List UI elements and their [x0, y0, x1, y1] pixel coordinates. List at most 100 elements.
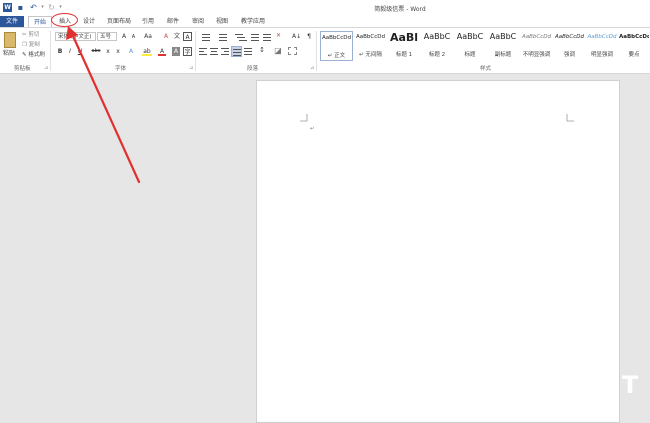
style-name: 不明显强调	[522, 52, 551, 58]
style-normal[interactable]: AaBbCcDd ↵ 正文	[320, 31, 353, 61]
style-preview: AaBbCcDd	[356, 34, 385, 40]
tab-mailings[interactable]: 邮件	[164, 16, 182, 27]
grow-font-button[interactable]: A	[120, 32, 128, 41]
style-name: 要点	[628, 52, 640, 58]
redo-icon[interactable]: ↻	[47, 3, 56, 12]
font-color-button[interactable]: A	[158, 47, 166, 56]
cut-button[interactable]: ✂ 剪切	[22, 30, 39, 38]
tab-home[interactable]: 开始	[28, 16, 52, 27]
numbering-button[interactable]	[216, 33, 230, 41]
multilevel-list-button[interactable]	[233, 33, 247, 41]
styles-group-label: 样式	[480, 66, 492, 72]
ribbon-home: 粘贴 ✂ 剪切 ❐ 复制 ✎ 格式刷 剪贴板 ⊿ 宋体 (中文正) 五号 A A…	[0, 27, 650, 74]
styles-gallery: AaBbCcDd ↵ 正文 AaBbCcDd ↵ 无间隔 AaBl 标题 1 A…	[320, 31, 650, 61]
undo-icon[interactable]: ↶	[29, 3, 38, 12]
style-subtitle[interactable]: AaBbC 副标题	[487, 31, 519, 61]
clipboard-launcher-icon[interactable]: ⊿	[44, 65, 48, 71]
cut-label: 剪切	[28, 32, 40, 38]
show-marks-button[interactable]: ¶	[305, 32, 313, 41]
change-case-button[interactable]: Aa	[142, 32, 154, 41]
clipboard-group-label: 剪贴板	[14, 66, 31, 72]
format-painter-button[interactable]: ✎ 格式刷	[22, 50, 45, 58]
tab-review[interactable]: 审阅	[189, 16, 207, 27]
char-border-button[interactable]: 字	[183, 47, 192, 56]
tab-design[interactable]: 设计	[79, 16, 99, 27]
font-size-select[interactable]: 五号	[97, 32, 117, 41]
word-window: W ▪ ↶ ▾ ↻ ▾ 简毅级信票 - Word 文件 开始 插入 设计 页面布…	[0, 0, 650, 423]
group-divider	[195, 31, 196, 71]
style-name: 强调	[563, 52, 575, 58]
subscript-button[interactable]: x	[104, 47, 112, 56]
style-intense-emphasis[interactable]: AaBbCcDd 明显强调	[586, 31, 618, 61]
char-shading-button[interactable]: A	[172, 47, 180, 56]
enclose-char-button[interactable]: A	[183, 32, 192, 41]
top-right-margin-mark	[566, 114, 574, 122]
italic-button[interactable]: I	[66, 47, 74, 56]
sort-button[interactable]: A↓	[292, 32, 301, 41]
underline-button[interactable]: U	[76, 47, 84, 56]
justify-button[interactable]	[231, 46, 242, 57]
decrease-indent-button[interactable]	[250, 33, 260, 41]
insert-tab-highlight-circle	[51, 13, 78, 27]
phonetic-guide-button[interactable]: 文	[173, 32, 181, 41]
customize-toolbar-icon[interactable]: ▾	[56, 3, 65, 12]
paragraph-group-label: 段落	[247, 66, 259, 72]
highlight-color-button[interactable]: ab	[142, 47, 152, 56]
format-painter-label: 格式刷	[28, 52, 45, 58]
style-no-spacing[interactable]: AaBbCcDd ↵ 无间隔	[354, 31, 387, 61]
tab-teaching[interactable]: 教学应用	[238, 16, 268, 27]
tab-references[interactable]: 引用	[139, 16, 157, 27]
style-name: ↵ 无间隔	[359, 52, 382, 58]
style-preview: AaBbC	[423, 32, 451, 41]
word-logo-icon: W	[3, 3, 12, 12]
tab-page-layout[interactable]: 页面布局	[106, 16, 132, 27]
style-preview: AaBbC	[456, 32, 484, 41]
undo-dropdown-icon[interactable]: ▾	[38, 3, 47, 12]
group-divider	[50, 31, 51, 71]
line-spacing-button[interactable]: ↕	[256, 46, 268, 56]
style-heading-2[interactable]: AaBbC 标题 2	[421, 31, 453, 61]
text-effects-button[interactable]: A	[126, 47, 136, 56]
top-left-margin-mark	[300, 114, 308, 122]
window-title: 简毅级信票 - Word	[374, 6, 426, 13]
style-strong[interactable]: AaBbCcDd 要点	[619, 31, 649, 61]
clear-format-button[interactable]: A	[162, 32, 170, 41]
distributed-button[interactable]	[244, 47, 254, 56]
save-icon[interactable]: ▪	[16, 3, 25, 12]
superscript-button[interactable]: x	[114, 47, 122, 56]
font-group-label: 字体	[115, 66, 127, 72]
bold-button[interactable]: B	[56, 47, 64, 56]
increase-indent-button[interactable]	[262, 33, 272, 41]
ribbon-tabs: 文件 开始 插入 设计 页面布局 引用 邮件 审阅 视图 教学应用	[0, 15, 650, 27]
copy-label: 复制	[28, 42, 40, 48]
style-name: 副标题	[494, 52, 512, 58]
style-heading-1[interactable]: AaBl 标题 1	[388, 31, 420, 61]
chinese-layout-button[interactable]: ✕	[276, 32, 286, 41]
strikethrough-button[interactable]: abc	[90, 47, 102, 56]
align-left-button[interactable]	[199, 47, 209, 56]
shading-button[interactable]: ◪	[272, 46, 284, 56]
paste-icon[interactable]	[4, 32, 16, 48]
align-center-button[interactable]	[210, 47, 220, 56]
tab-file[interactable]: 文件	[0, 16, 24, 27]
paragraph-launcher-icon[interactable]: ⊿	[310, 65, 314, 71]
style-subtle-emphasis[interactable]: AaBbCcDd 不明显强调	[520, 31, 553, 61]
align-right-button[interactable]	[221, 47, 231, 56]
style-preview: AaBbCcDd	[522, 34, 551, 40]
style-preview: AaBbCcDd	[322, 35, 351, 41]
borders-button[interactable]	[288, 47, 297, 55]
style-preview: AaBbC	[489, 32, 517, 41]
watermark-logo: T	[621, 371, 639, 399]
tab-view[interactable]: 视图	[213, 16, 231, 27]
shrink-font-button[interactable]: A	[130, 33, 137, 42]
style-name: 标题 1	[395, 52, 413, 58]
title-bar: W ▪ ↶ ▾ ↻ ▾ 简毅级信票 - Word	[0, 0, 650, 15]
bullets-button[interactable]	[199, 33, 213, 41]
font-name-select[interactable]: 宋体 (中文正)	[55, 32, 96, 41]
paste-button-label[interactable]: 粘贴	[3, 48, 15, 57]
font-launcher-icon[interactable]: ⊿	[189, 65, 193, 71]
style-preview: AaBl	[389, 31, 419, 44]
style-title[interactable]: AaBbC 标题	[454, 31, 486, 61]
style-emphasis[interactable]: AaBbCcDd 强调	[554, 31, 585, 61]
copy-button[interactable]: ❐ 复制	[22, 40, 40, 48]
